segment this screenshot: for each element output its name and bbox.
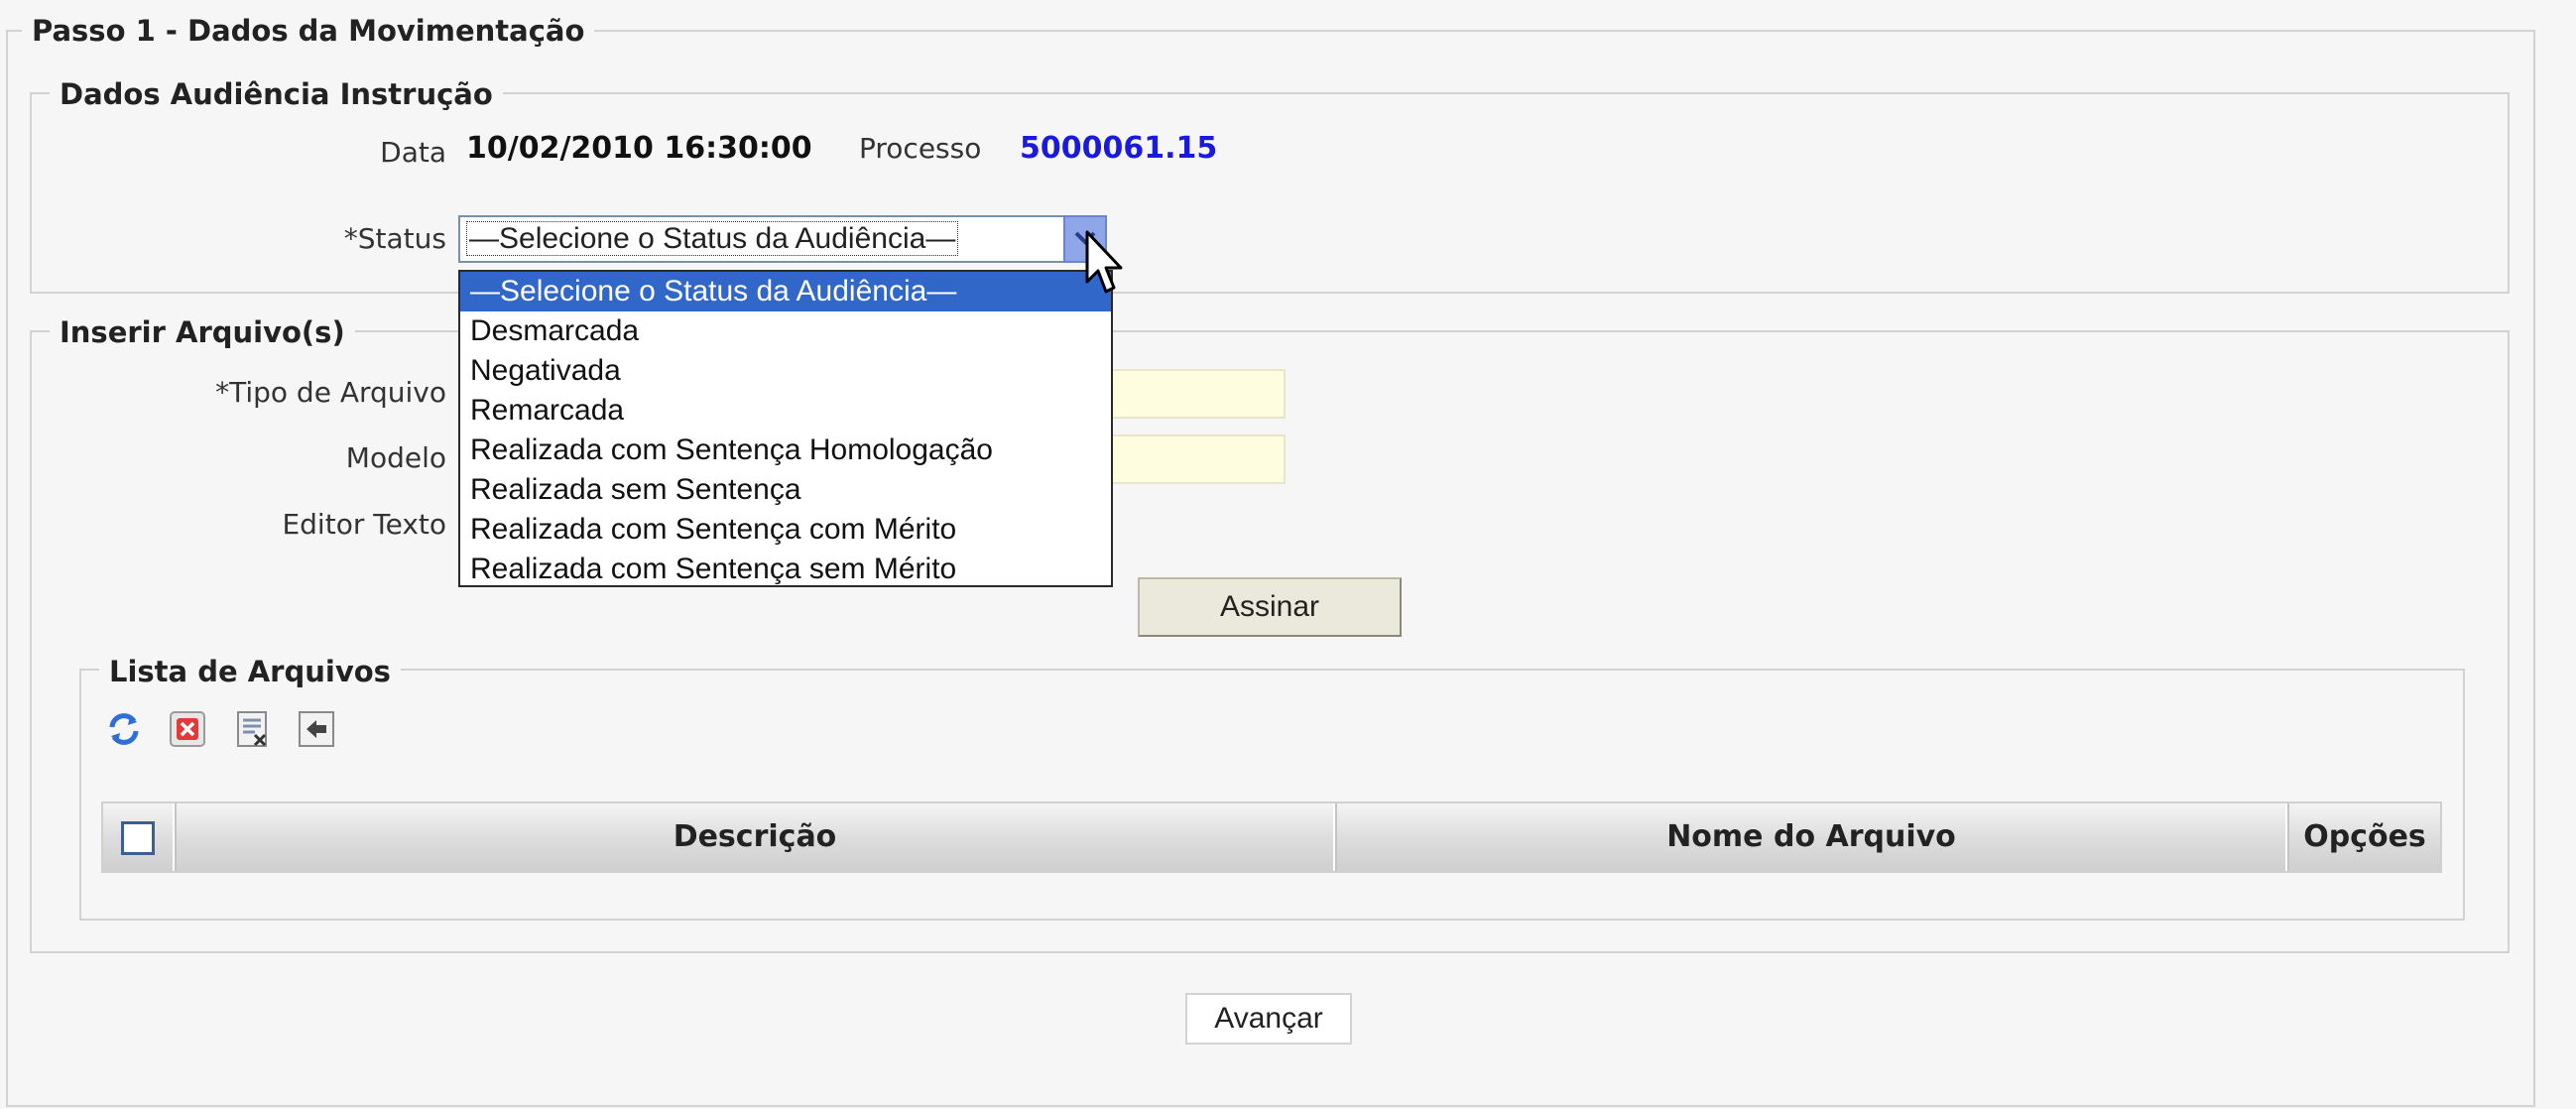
status-label: *Status — [343, 222, 446, 255]
data-value: 10/02/2010 16:30:00 — [466, 131, 812, 166]
import-icon[interactable] — [299, 711, 334, 747]
refresh-icon[interactable] — [106, 711, 142, 747]
column-descricao[interactable]: Descrição — [175, 803, 1335, 871]
column-nome-arquivo[interactable]: Nome do Arquivo — [1335, 803, 2287, 871]
status-option[interactable]: —Selecione o Status da Audiência— — [460, 272, 1111, 311]
data-label: Data — [380, 136, 446, 169]
modelo-label: Modelo — [345, 441, 446, 474]
status-option[interactable]: Remarcada — [460, 391, 1111, 431]
column-opcoes: Opções — [2287, 803, 2440, 871]
assinar-button[interactable]: Assinar — [1138, 577, 1402, 637]
processo-label: Processo — [859, 132, 982, 165]
avancar-button[interactable]: Avançar — [1185, 993, 1352, 1045]
status-dropdown-list: —Selecione o Status da Audiência— Desmar… — [458, 270, 1113, 587]
status-option[interactable]: Realizada com Sentença com Mérito — [460, 510, 1111, 550]
audiencia-legend: Dados Audiência Instrução — [50, 77, 503, 111]
audiencia-fieldset — [30, 92, 2510, 294]
arquivos-table-header: Descrição Nome do Arquivo Opções — [101, 801, 2442, 873]
status-select-value: —Selecione o Status da Audiência— — [466, 221, 959, 256]
tipo-arquivo-label: *Tipo de Arquivo — [215, 376, 446, 409]
status-select[interactable]: —Selecione o Status da Audiência— — [458, 215, 1073, 263]
mouse-cursor-icon — [1085, 230, 1123, 294]
delete-icon[interactable] — [170, 711, 205, 747]
editor-texto-label: Editor Texto — [282, 508, 446, 541]
select-all-header — [103, 803, 175, 871]
status-option[interactable]: Realizada com Sentença Homologação — [460, 431, 1111, 470]
arquivos-legend: Inserir Arquivo(s) — [50, 315, 355, 349]
step-legend: Passo 1 - Dados da Movimentação — [22, 14, 595, 48]
processo-link[interactable]: 5000061.15 — [1020, 132, 1217, 166]
status-option[interactable]: Negativada — [460, 351, 1111, 391]
remove-selected-icon[interactable] — [235, 711, 271, 747]
status-option[interactable]: Desmarcada — [460, 311, 1111, 351]
status-option[interactable]: Realizada com Sentença sem Mérito — [460, 550, 1111, 589]
select-all-checkbox[interactable] — [121, 821, 155, 855]
status-option[interactable]: Realizada sem Sentença — [460, 470, 1111, 510]
lista-legend: Lista de Arquivos — [99, 655, 401, 688]
lista-fieldset — [79, 669, 2465, 921]
